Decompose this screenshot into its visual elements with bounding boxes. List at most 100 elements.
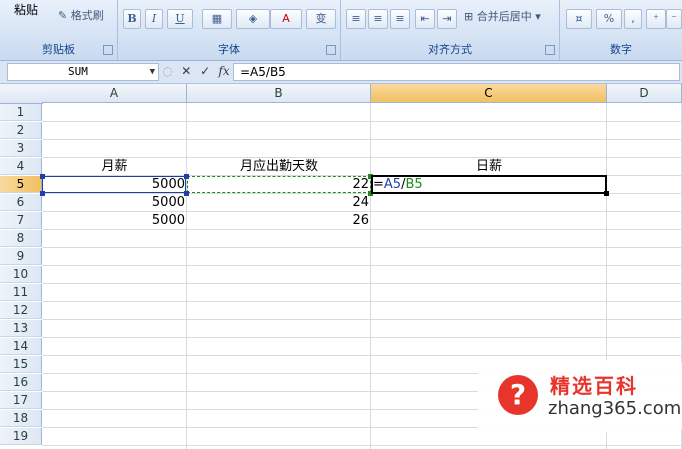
currency-button[interactable]: ¤	[566, 9, 592, 29]
font-launcher-icon[interactable]	[326, 45, 336, 55]
align-right-icon: ≡	[395, 12, 405, 25]
reference-border-b5	[187, 176, 371, 193]
row-header-15[interactable]: 15	[0, 356, 42, 373]
column-gridline	[186, 103, 187, 449]
bold-button[interactable]: B	[123, 9, 141, 29]
alignment-launcher-icon[interactable]	[545, 45, 555, 55]
select-all-corner[interactable]	[0, 84, 43, 104]
watermark: ? 精选百科 zhang365.com	[478, 360, 682, 432]
decrease-indent-icon: ⇤	[420, 12, 430, 25]
row-header-1[interactable]: 1	[0, 104, 42, 121]
currency-icon: ¤	[575, 12, 583, 25]
cell-a7[interactable]: 5000	[42, 212, 186, 229]
alignment-group-label: 对齐方式	[428, 43, 472, 56]
number-group-label: 数字	[610, 43, 632, 56]
row-gridline	[42, 121, 682, 122]
row-header-18[interactable]: 18	[0, 410, 42, 427]
row-header-3[interactable]: 3	[0, 140, 42, 157]
cell-b6[interactable]: 24	[187, 194, 370, 211]
insert-function-icon[interactable]: fx	[216, 63, 231, 79]
row-header-5[interactable]: 5	[0, 176, 42, 193]
align-center-button[interactable]: ≡	[368, 9, 388, 29]
increase-decimal-button[interactable]: ⁺	[646, 9, 666, 29]
watermark-url: zhang365.com	[548, 398, 682, 419]
circle-icon: ◌	[162, 64, 173, 78]
row-gridline	[42, 265, 682, 266]
clipboard-group: 粘贴 ✎ 格式刷 剪贴板	[0, 0, 118, 60]
formula-equals: =	[373, 177, 384, 192]
decrease-decimal-icon: ⁻	[671, 12, 677, 25]
row-gridline	[42, 229, 682, 230]
align-right-button[interactable]: ≡	[390, 9, 410, 29]
cell-c4[interactable]: 日薪	[371, 158, 607, 175]
row-gridline	[42, 139, 682, 140]
row-header-10[interactable]: 10	[0, 266, 42, 283]
merge-center-button[interactable]: ⊞ 合并后居中 ▾	[464, 9, 541, 25]
comma-style-button[interactable]: ,	[624, 9, 642, 29]
row-header-8[interactable]: 8	[0, 230, 42, 247]
column-header-c[interactable]: C	[371, 84, 607, 103]
column-header-a[interactable]: A	[42, 84, 187, 103]
format-painter-button[interactable]: ✎ 格式刷	[58, 8, 104, 24]
row-header-7[interactable]: 7	[0, 212, 42, 229]
paint-bucket-icon: ◈	[248, 12, 258, 25]
formula-input[interactable]: =A5/B5	[233, 63, 680, 81]
row-header-13[interactable]: 13	[0, 320, 42, 337]
row-header-17[interactable]: 17	[0, 392, 42, 409]
row-header-4[interactable]: 4	[0, 158, 42, 175]
phonetic-button[interactable]: 变	[306, 9, 336, 29]
column-header-d[interactable]: D	[607, 84, 682, 103]
font-color-button[interactable]: A	[270, 9, 302, 29]
row-header-11[interactable]: 11	[0, 284, 42, 301]
align-left-button[interactable]: ≡	[346, 9, 366, 29]
resize-handle[interactable]	[184, 174, 189, 179]
formula-buttons: ◌ ✕ ✓ fx	[160, 63, 231, 79]
italic-button[interactable]: I	[145, 9, 163, 29]
cell-a6[interactable]: 5000	[42, 194, 186, 211]
cell-b7[interactable]: 26	[187, 212, 370, 229]
formula-ref-b5: B5	[405, 177, 423, 192]
underline-button[interactable]: U	[167, 9, 193, 29]
align-left-icon: ≡	[351, 12, 361, 25]
decrease-indent-button[interactable]: ⇤	[415, 9, 435, 29]
cell-a4[interactable]: 月薪	[42, 158, 187, 175]
paste-button[interactable]: 粘贴	[14, 2, 38, 18]
question-mark-icon: ?	[498, 375, 538, 415]
row-header-2[interactable]: 2	[0, 122, 42, 139]
row-header-12[interactable]: 12	[0, 302, 42, 319]
watermark-title: 精选百科	[550, 374, 638, 398]
percent-button[interactable]: %	[596, 9, 622, 29]
name-box[interactable]: SUM ▼	[7, 63, 159, 81]
row-header-6[interactable]: 6	[0, 194, 42, 211]
resize-handle[interactable]	[40, 174, 45, 179]
clipboard-launcher-icon[interactable]	[103, 45, 113, 55]
cancel-icon[interactable]: ✕	[179, 63, 194, 79]
reference-border-a5	[42, 176, 186, 193]
row-gridline	[42, 301, 682, 302]
number-group: ¤ % , ⁺ ⁻ 数字	[560, 0, 682, 60]
chevron-down-icon: ▾	[535, 10, 541, 23]
row-gridline	[42, 337, 682, 338]
row-header-14[interactable]: 14	[0, 338, 42, 355]
row-header-9[interactable]: 9	[0, 248, 42, 265]
fill-handle[interactable]	[604, 191, 609, 196]
column-header-b[interactable]: B	[187, 84, 371, 103]
borders-button[interactable]: ▦	[202, 9, 232, 29]
increase-decimal-icon: ⁺	[653, 12, 659, 25]
increase-indent-button[interactable]: ⇥	[437, 9, 457, 29]
resize-handle[interactable]	[184, 191, 189, 196]
decrease-decimal-button[interactable]: ⁻	[666, 9, 682, 29]
row-header-19[interactable]: 19	[0, 428, 42, 445]
row-gridline	[42, 355, 682, 356]
cell-b4[interactable]: 月应出勤天数	[187, 158, 371, 175]
cell-c5-editor[interactable]: =A5/B5	[373, 176, 423, 193]
enter-icon[interactable]: ✓	[198, 63, 213, 79]
merge-icon: ⊞	[464, 10, 474, 23]
chevron-down-icon[interactable]: ▼	[150, 64, 155, 80]
row-gridline	[42, 445, 682, 446]
borders-icon: ▦	[211, 12, 223, 25]
resize-handle[interactable]	[40, 191, 45, 196]
row-header-16[interactable]: 16	[0, 374, 42, 391]
row-gridline	[42, 247, 682, 248]
fill-color-button[interactable]: ◈	[236, 9, 270, 29]
